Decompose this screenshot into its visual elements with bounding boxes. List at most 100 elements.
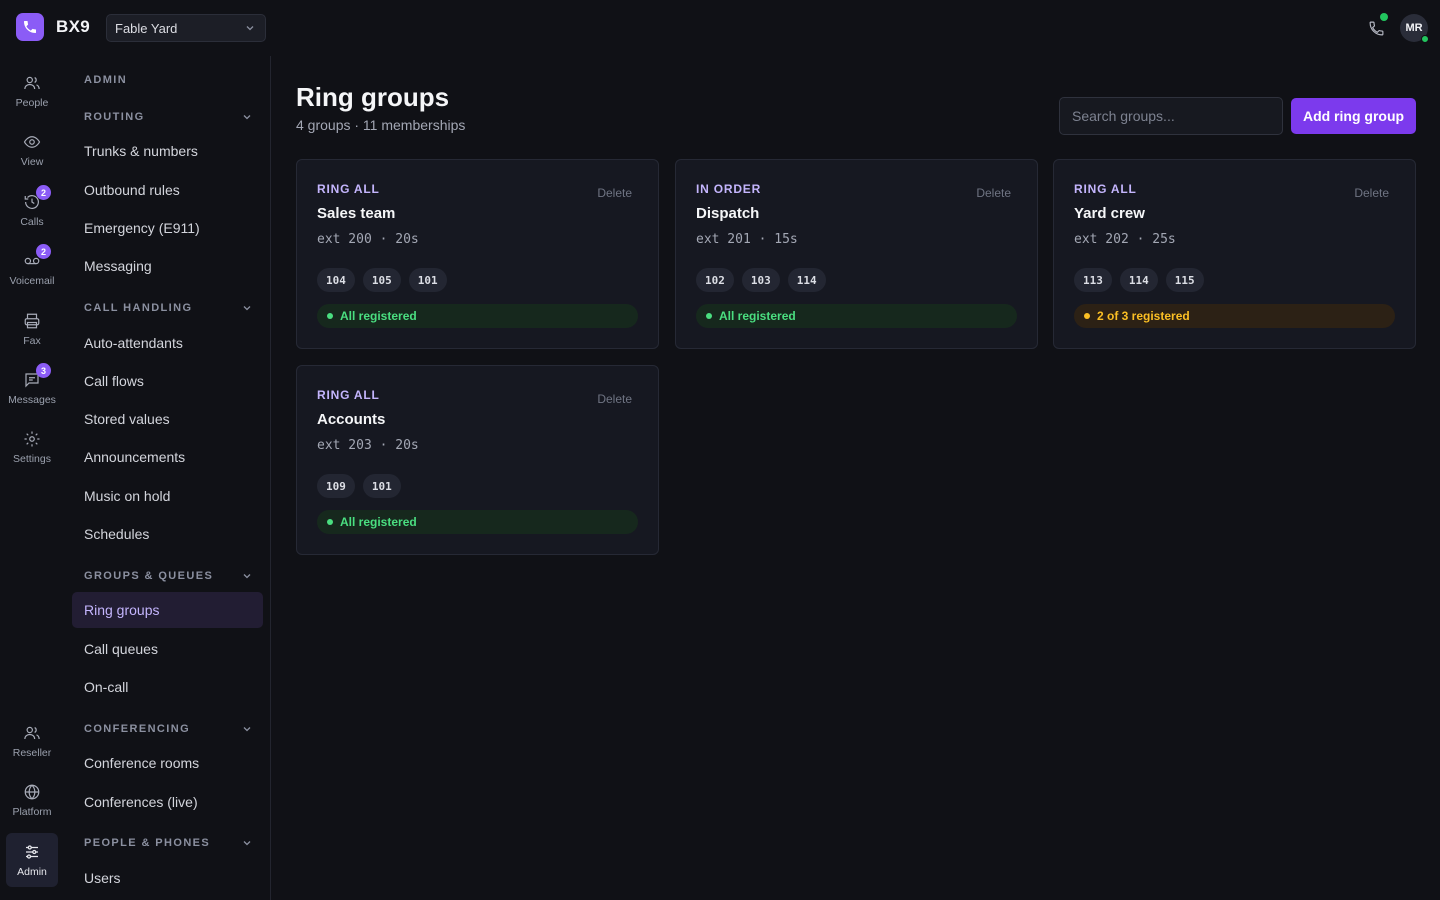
sidebar-item-announcements[interactable]: Announcements bbox=[72, 439, 263, 475]
group-meta: ext 202 · 25s bbox=[1074, 232, 1176, 247]
sidebar-item-schedules[interactable]: Schedules bbox=[72, 516, 263, 552]
add-ring-group-button[interactable]: Add ring group bbox=[1291, 98, 1416, 134]
messages-badge: 3 bbox=[36, 363, 51, 378]
status-dot-icon bbox=[327, 313, 333, 319]
group-meta: ext 200 · 20s bbox=[317, 232, 419, 247]
sidebar-item-ring-groups[interactable]: Ring groups bbox=[72, 592, 263, 628]
gear-icon bbox=[22, 429, 42, 449]
sidebar-item-stored-values[interactable]: Stored values bbox=[72, 401, 263, 437]
search-input[interactable] bbox=[1059, 97, 1283, 135]
status-text: 2 of 3 registered bbox=[1097, 309, 1190, 323]
group-title: GROUPS & QUEUES bbox=[84, 570, 214, 582]
status-text: All registered bbox=[340, 309, 417, 323]
online-indicator bbox=[1380, 13, 1388, 21]
delete-button[interactable]: Delete bbox=[597, 392, 632, 406]
group-title: PEOPLE & PHONES bbox=[84, 837, 211, 849]
phone-status-button[interactable] bbox=[1364, 13, 1388, 40]
rail-item-admin[interactable]: Admin bbox=[6, 833, 58, 887]
voicemail-badge: 2 bbox=[36, 244, 51, 259]
status-dot-icon bbox=[706, 313, 712, 319]
group-title: ROUTING bbox=[84, 111, 145, 123]
voicemail-icon: 2 bbox=[22, 244, 51, 271]
rail-label: Settings bbox=[13, 453, 51, 465]
brand-name: BX9 bbox=[56, 17, 90, 36]
avatar-initials: MR bbox=[1405, 22, 1423, 34]
member-list: 102 103 114 bbox=[696, 268, 826, 292]
org-select-value: Fable Yard bbox=[115, 20, 178, 36]
member-list: 113 114 115 bbox=[1074, 268, 1204, 292]
group-header-call-handling[interactable]: CALL HANDLING bbox=[84, 302, 252, 314]
group-header-routing[interactable]: ROUTING bbox=[84, 111, 252, 123]
group-meta: ext 201 · 15s bbox=[696, 232, 798, 247]
member-chip: 102 bbox=[696, 268, 734, 292]
ring-strategy: RING ALL bbox=[317, 182, 380, 196]
sidebar-item-call-flows[interactable]: Call flows bbox=[72, 363, 263, 399]
delete-button[interactable]: Delete bbox=[976, 186, 1011, 200]
rail-item-platform[interactable]: Platform bbox=[6, 773, 58, 827]
sidebar-item-emergency[interactable]: Emergency (E911) bbox=[72, 210, 263, 246]
phone-icon bbox=[24, 21, 36, 33]
ring-strategy: IN ORDER bbox=[696, 182, 762, 196]
member-chip: 113 bbox=[1074, 268, 1112, 292]
member-chip: 104 bbox=[317, 268, 355, 292]
status-dot-icon bbox=[1084, 313, 1090, 319]
group-title: CALL HANDLING bbox=[84, 302, 193, 314]
calls-badge: 2 bbox=[36, 185, 51, 200]
sidebar-item-conferences-live[interactable]: Conferences (live) bbox=[72, 784, 263, 820]
member-chip: 109 bbox=[317, 474, 355, 498]
group-name: Sales team bbox=[317, 205, 396, 222]
rail-item-messages[interactable]: 3 Messages bbox=[6, 361, 58, 415]
sidebar-item-call-queues[interactable]: Call queues bbox=[72, 631, 263, 667]
member-list: 104 105 101 bbox=[317, 268, 447, 292]
sidebar-item-messaging[interactable]: Messaging bbox=[72, 248, 263, 284]
delete-button[interactable]: Delete bbox=[1354, 186, 1389, 200]
rail-item-reseller[interactable]: Reseller bbox=[6, 714, 58, 768]
sidebar-item-on-call[interactable]: On-call bbox=[72, 669, 263, 705]
rail-item-view[interactable]: View bbox=[6, 123, 58, 177]
admin-sidebar: ADMIN ROUTING Trunks & numbers Outbound … bbox=[64, 56, 271, 900]
reseller-icon bbox=[22, 723, 42, 743]
history-icon: 2 bbox=[22, 185, 51, 212]
people-icon bbox=[22, 73, 42, 93]
ring-group-card: RING ALL Accounts ext 203 · 20s Delete 1… bbox=[296, 365, 659, 555]
rail-label: People bbox=[15, 97, 49, 109]
page-subtitle: 4 groups · 11 memberships bbox=[296, 117, 466, 133]
app-rail: People View 2 Calls 2 Voicemail Fax 3 Me… bbox=[0, 56, 64, 900]
sidebar-item-conference-rooms[interactable]: Conference rooms bbox=[72, 745, 263, 781]
sliders-icon bbox=[22, 842, 42, 862]
rail-label: Platform bbox=[12, 806, 52, 818]
sidebar-item-auto-attendants[interactable]: Auto-attendants bbox=[72, 325, 263, 361]
avatar[interactable]: MR bbox=[1400, 14, 1429, 43]
ring-group-card: IN ORDER Dispatch ext 201 · 15s Delete 1… bbox=[675, 159, 1038, 349]
member-chip: 114 bbox=[1119, 268, 1158, 292]
sidebar-section-label: ADMIN bbox=[84, 74, 128, 86]
chevron-down-icon bbox=[243, 306, 251, 311]
sidebar-item-outbound-rules[interactable]: Outbound rules bbox=[72, 172, 263, 208]
logo[interactable] bbox=[16, 13, 44, 41]
chevron-down-icon bbox=[243, 574, 251, 579]
rail-item-calls[interactable]: 2 Calls bbox=[6, 183, 58, 237]
member-chip: 101 bbox=[362, 474, 401, 498]
status-text: All registered bbox=[340, 515, 417, 529]
rail-item-settings[interactable]: Settings bbox=[6, 420, 58, 474]
rail-label: Voicemail bbox=[9, 275, 55, 287]
delete-button[interactable]: Delete bbox=[597, 186, 632, 200]
rail-item-fax[interactable]: Fax bbox=[6, 302, 58, 356]
rail-item-voicemail[interactable]: 2 Voicemail bbox=[6, 242, 58, 296]
group-header-conferencing[interactable]: CONFERENCING bbox=[84, 723, 252, 735]
group-name: Dispatch bbox=[696, 205, 760, 222]
group-header-people-phones[interactable]: PEOPLE & PHONES bbox=[84, 837, 252, 849]
ring-group-card: RING ALL Yard crew ext 202 · 25s Delete … bbox=[1053, 159, 1416, 349]
message-icon: 3 bbox=[22, 363, 51, 390]
sidebar-item-trunks[interactable]: Trunks & numbers bbox=[72, 133, 263, 169]
phone-icon bbox=[1369, 21, 1383, 35]
rail-item-people[interactable]: People bbox=[6, 64, 58, 118]
sidebar-item-music-on-hold[interactable]: Music on hold bbox=[72, 478, 263, 514]
printer-icon bbox=[22, 311, 42, 331]
org-select[interactable]: Fable Yard bbox=[106, 14, 266, 42]
ring-group-card: RING ALL Sales team ext 200 · 20s Delete… bbox=[296, 159, 659, 349]
group-header-groups-queues[interactable]: GROUPS & QUEUES bbox=[84, 570, 252, 582]
rail-label: Reseller bbox=[12, 747, 52, 759]
sidebar-item-users[interactable]: Users bbox=[72, 860, 263, 896]
rail-label: Fax bbox=[23, 335, 41, 347]
